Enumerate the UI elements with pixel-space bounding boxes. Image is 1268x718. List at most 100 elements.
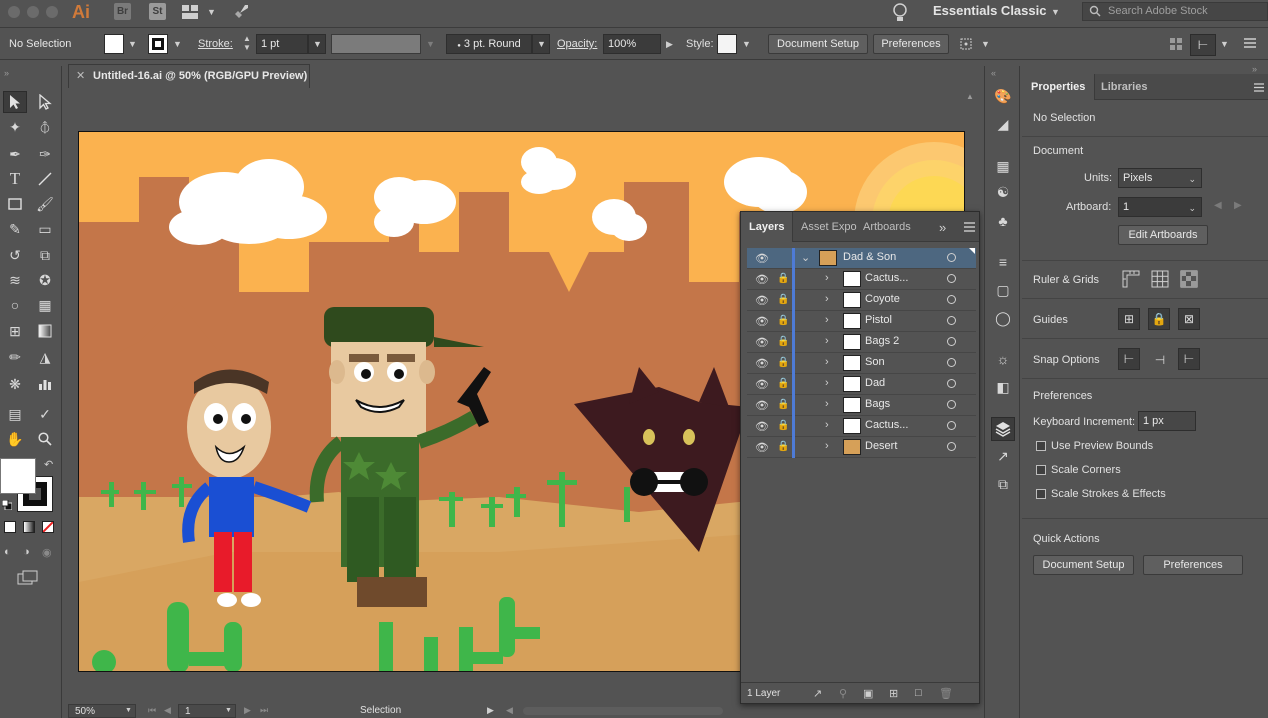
expand-layer-icon[interactable]: › [825, 356, 829, 368]
new-layer-icon[interactable]: □ [915, 687, 922, 699]
tab-layers[interactable]: Layers [741, 212, 794, 242]
stroke-dropdown-icon[interactable]: ▼ [173, 39, 182, 49]
expand-layer-icon[interactable]: › [825, 440, 829, 452]
previous-artboard-icon[interactable]: ◀ [164, 705, 171, 716]
draw-behind-icon[interactable]: ◑ [23, 546, 35, 558]
layer-name[interactable]: Bags 2 [865, 335, 899, 347]
make-clipping-mask-icon[interactable]: ▣ [863, 687, 873, 700]
layer-row[interactable]: 👁 🔒 › Bags 2 [747, 332, 976, 353]
lock-icon[interactable]: 🔒 [777, 420, 789, 431]
edit-artboards-button[interactable]: Edit Artboards [1118, 225, 1208, 245]
collapse-panel-icon[interactable]: » [4, 68, 9, 78]
status-menu-icon[interactable]: ▶ [487, 705, 494, 716]
draw-normal-icon[interactable]: ◐ [4, 546, 16, 558]
visibility-eye-icon[interactable]: 👁 [755, 378, 769, 391]
stroke-weight-dropdown[interactable]: ▼ [308, 34, 326, 54]
stock-icon[interactable]: St [149, 3, 166, 20]
snap-to-pixel-icon[interactable]: ⊢ [1190, 34, 1216, 56]
zoom-tool-icon[interactable] [33, 428, 57, 450]
layer-name[interactable]: Dad [865, 377, 885, 389]
previous-artboard-icon[interactable]: ◀ [1214, 200, 1222, 211]
trash-icon[interactable]: 🗑 [939, 687, 953, 700]
window-zoom-button[interactable] [46, 6, 58, 18]
transparency-grid-icon[interactable] [1179, 269, 1199, 289]
window-close-button[interactable] [8, 6, 20, 18]
expand-layer-icon[interactable]: › [825, 314, 829, 326]
fill-swatch[interactable] [104, 34, 124, 54]
next-artboard-icon[interactable]: ▶ [244, 705, 251, 716]
snap-to-grid-icon[interactable]: ⊣ [1149, 349, 1171, 371]
brush-dropdown[interactable]: ▼ [532, 34, 550, 54]
target-icon[interactable] [947, 253, 956, 262]
expand-layer-icon[interactable]: › [825, 377, 829, 389]
collapse-layer-icon[interactable]: ⌄ [801, 251, 810, 264]
lock-icon[interactable]: 🔒 [777, 441, 789, 452]
panel-menu-icon[interactable] [1254, 83, 1264, 92]
lasso-tool-icon[interactable]: ⦽ [33, 116, 57, 138]
smart-guides-icon[interactable]: ⊠ [1178, 308, 1200, 330]
lock-icon[interactable]: 🔒 [777, 399, 789, 410]
paintbrush-tool-icon[interactable]: 🖌 [33, 193, 57, 215]
last-artboard-icon[interactable]: ⏭ [260, 705, 268, 716]
chevron-down-icon[interactable]: ▼ [1051, 7, 1060, 17]
scroll-up-icon[interactable]: ▲ [966, 92, 976, 102]
snap-to-point-icon[interactable]: ⊢ [1118, 348, 1140, 370]
stroke-stepper[interactable]: ▲ ▼ [241, 34, 253, 54]
expand-layer-icon[interactable]: › [825, 398, 829, 410]
horizontal-scrollbar[interactable] [523, 707, 723, 715]
visibility-eye-icon[interactable]: 👁 [755, 252, 769, 265]
layer-row[interactable]: 👁 🔒 › Desert [747, 437, 976, 458]
rotate-tool-icon[interactable]: ↺ [3, 244, 27, 266]
stock-search-box[interactable]: Search Adobe Stock [1082, 2, 1268, 21]
keyboard-increment-field[interactable]: 1 px [1138, 411, 1196, 431]
fill-color-front[interactable] [0, 458, 36, 494]
arrange-documents-icon[interactable] [182, 5, 198, 19]
line-segment-tool-icon[interactable] [33, 168, 57, 190]
blend-tool-icon[interactable]: ◮ [33, 346, 57, 368]
gpu-rocket-icon[interactable] [232, 3, 250, 21]
tab-asset-export[interactable]: Asset Expo [793, 212, 859, 242]
show-guides-icon[interactable]: ⊞ [1118, 308, 1140, 330]
appearance-icon[interactable]: ☼ [993, 349, 1013, 369]
close-tab-icon[interactable]: ✕ [76, 69, 85, 82]
chevron-down-icon[interactable]: ▼ [981, 39, 990, 49]
artboard-dropdown[interactable]: 1 ⌄ [1118, 197, 1202, 217]
perspective-grid-tool-icon[interactable]: ▦ [33, 294, 57, 316]
visibility-eye-icon[interactable]: 👁 [755, 336, 769, 349]
target-icon[interactable] [947, 337, 956, 346]
more-tabs-icon[interactable]: » [939, 220, 946, 235]
opacity-field[interactable]: 100% [603, 34, 661, 54]
shape-builder-tool-icon[interactable]: ○ [3, 294, 27, 316]
visibility-eye-icon[interactable]: 👁 [755, 273, 769, 286]
target-icon[interactable] [947, 421, 956, 430]
zoom-field[interactable]: 50% ▼ [68, 704, 136, 718]
target-icon[interactable] [947, 274, 956, 283]
pen-tool-icon[interactable]: ✒ [3, 143, 27, 165]
window-minimize-button[interactable] [27, 6, 39, 18]
document-setup-button[interactable]: Document Setup [768, 34, 868, 54]
lock-icon[interactable]: 🔒 [777, 294, 789, 305]
symbols-icon[interactable]: ♣ [993, 211, 1013, 231]
workspace-switcher[interactable]: Essentials Classic [933, 3, 1046, 18]
stroke-weight-field[interactable]: 1 pt [256, 34, 308, 54]
scale-strokes-effects-checkbox[interactable] [1036, 489, 1046, 499]
visibility-eye-icon[interactable]: 👁 [755, 315, 769, 328]
lock-icon[interactable]: 🔒 [777, 273, 789, 284]
transparency-icon[interactable]: ◯ [993, 308, 1013, 328]
transform-icon[interactable] [958, 36, 974, 52]
expand-layer-icon[interactable]: › [825, 419, 829, 431]
fill-dropdown-icon[interactable]: ▼ [128, 39, 137, 49]
layer-row[interactable]: 👁 🔒 › Coyote [747, 290, 976, 311]
visibility-eye-icon[interactable]: 👁 [755, 294, 769, 307]
layer-name[interactable]: Dad & Son [843, 251, 896, 263]
stroke-panel-icon[interactable]: ≡ [993, 252, 1013, 272]
layer-name[interactable]: Bags [865, 398, 890, 410]
gradient-mode-icon[interactable] [23, 521, 35, 533]
draw-inside-icon[interactable]: ◉ [42, 546, 54, 559]
scale-tool-icon[interactable]: ⧉ [33, 244, 57, 266]
use-preview-bounds-checkbox[interactable] [1036, 441, 1046, 451]
layer-row[interactable]: 👁 🔒 › Cactus... [747, 269, 976, 290]
document-tab[interactable]: ✕ Untitled-16.ai @ 50% (RGB/GPU Preview) [68, 64, 310, 88]
align-grid-icon[interactable] [1170, 38, 1182, 50]
layer-name[interactable]: Desert [865, 440, 897, 452]
